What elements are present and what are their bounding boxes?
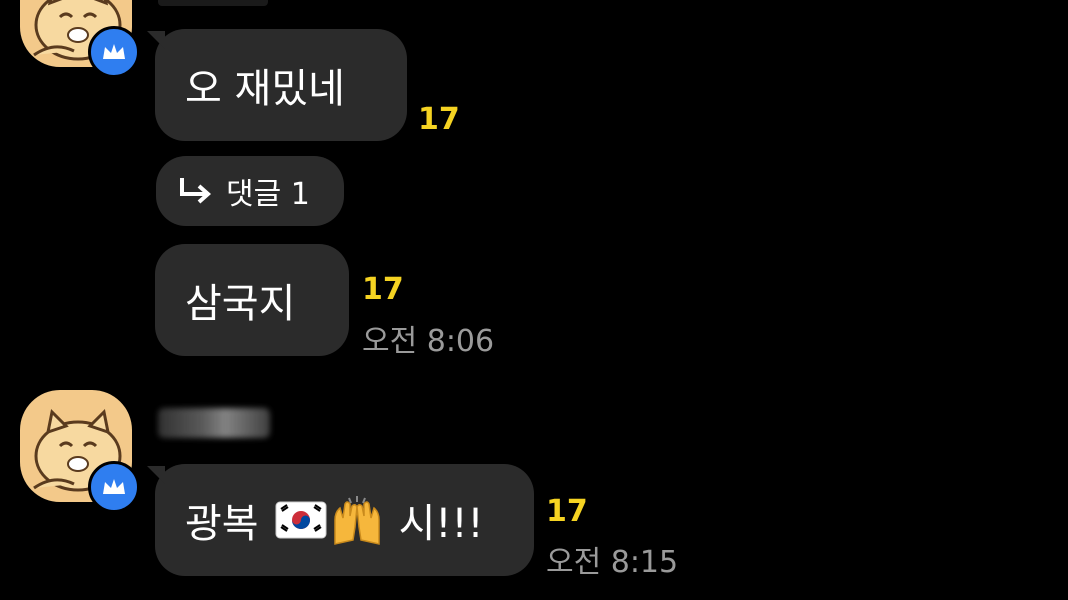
message-text: 광복 (185, 501, 259, 547)
message-text: 시!!! (398, 501, 484, 547)
reply-arrow-icon (180, 178, 212, 204)
raised-hands-emoji (333, 496, 380, 545)
reply-thread-button[interactable]: 댓글 1 (156, 156, 344, 226)
message-bubble[interactable]: 삼국지 (155, 244, 349, 356)
message-text: 삼국지 (185, 281, 296, 327)
message-bubble[interactable]: 오 재밌네 (147, 29, 407, 141)
korean-flag-emoji (275, 501, 327, 539)
crown-icon (103, 479, 125, 494)
sender-name-blurred (158, 408, 270, 438)
message-time: 오전 8:15 (546, 545, 679, 580)
crown-icon (103, 44, 125, 59)
message-bubble[interactable]: 광복 시!!! (147, 464, 534, 576)
unread-count: 17 (362, 272, 404, 307)
admin-crown-badge (88, 461, 140, 513)
message-text: 오 재밌네 (185, 66, 345, 112)
unread-count: 17 (546, 494, 588, 529)
admin-crown-badge (88, 26, 140, 78)
message-time: 오전 8:06 (362, 324, 495, 359)
sender-name-cropped (158, 0, 268, 6)
unread-count: 17 (418, 102, 460, 137)
reply-count-label: 댓글 1 (226, 177, 310, 212)
